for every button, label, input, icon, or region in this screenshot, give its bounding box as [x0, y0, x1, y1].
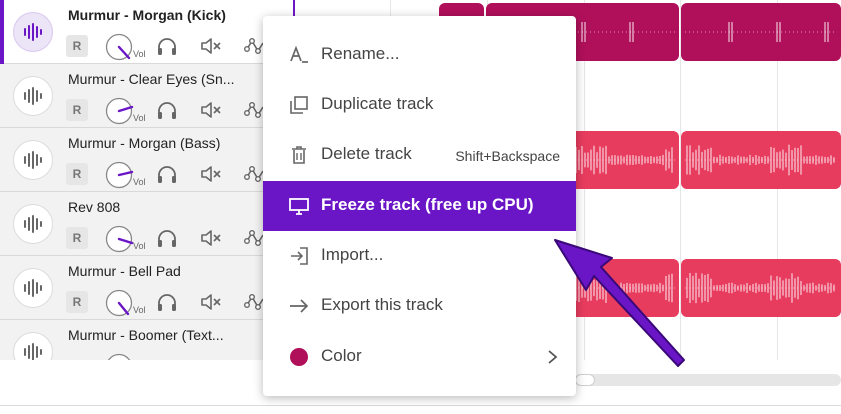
- rename-icon: [287, 43, 311, 67]
- track-avatar[interactable]: [13, 204, 53, 244]
- audio-clip[interactable]: [681, 259, 841, 317]
- track-name[interactable]: Murmur - Clear Eyes (Sn...: [68, 71, 234, 87]
- headphones-icon[interactable]: [154, 98, 180, 122]
- track-row[interactable]: Murmur - Morgan (Kick) R Vol: [0, 0, 292, 64]
- mute-icon[interactable]: [198, 226, 224, 250]
- menu-item-label: Rename...: [321, 44, 400, 63]
- audio-clip[interactable]: [681, 3, 841, 61]
- track-name[interactable]: Murmur - Morgan (Bass): [68, 135, 220, 151]
- track-name[interactable]: Murmur - Boomer (Text...: [68, 327, 224, 343]
- trash-icon: [287, 143, 311, 167]
- volume-label: Vol: [133, 305, 146, 315]
- menu-item-label: Delete track: [321, 144, 412, 163]
- keyboard-shortcut: Shift+Backspace: [455, 148, 560, 164]
- menu-item-label: Freeze track (free up CPU): [321, 195, 534, 214]
- waveform-icon: [24, 23, 42, 41]
- menu-item-label: Color: [321, 346, 362, 365]
- volume-label: Vol: [133, 113, 146, 123]
- record-arm-button[interactable]: R: [66, 163, 88, 185]
- track-row[interactable]: Rev 808 R Vol: [0, 192, 292, 256]
- menu-item-label: Import...: [321, 245, 384, 264]
- track-avatar[interactable]: [13, 140, 53, 180]
- track-avatar[interactable]: [13, 332, 53, 360]
- track-row[interactable]: Murmur - Morgan (Bass) R Vol: [0, 128, 292, 192]
- menu-item-label: Export this track: [321, 295, 443, 314]
- volume-knob[interactable]: [104, 352, 134, 360]
- track-name[interactable]: Rev 808: [68, 199, 120, 215]
- waveform-icon: [24, 343, 42, 360]
- mute-icon[interactable]: [198, 98, 224, 122]
- monitor-icon: [287, 194, 311, 218]
- record-arm-button[interactable]: R: [66, 291, 88, 313]
- waveform-icon: [24, 215, 42, 233]
- headphones-icon[interactable]: [154, 290, 180, 314]
- waveform: [685, 22, 837, 42]
- arrow-right-icon: [287, 294, 311, 318]
- color-swatch-icon: [287, 345, 311, 369]
- menu-item-freeze-track[interactable]: Freeze track (free up CPU): [263, 181, 576, 231]
- volume-label: Vol: [133, 241, 146, 251]
- volume-label: Vol: [133, 49, 146, 59]
- waveform: [685, 144, 837, 176]
- track-row[interactable]: Murmur - Clear Eyes (Sn... R Vol: [0, 64, 292, 128]
- record-arm-button[interactable]: R: [66, 99, 88, 121]
- volume-label: Vol: [133, 177, 146, 187]
- mute-icon[interactable]: [198, 290, 224, 314]
- volume-knob[interactable]: [104, 288, 134, 318]
- chevron-right-icon: [542, 346, 562, 368]
- waveform: [685, 272, 837, 304]
- scrollbar-thumb[interactable]: [575, 374, 595, 386]
- menu-item-label: Duplicate track: [321, 94, 434, 113]
- volume-knob[interactable]: [104, 32, 134, 62]
- waveform-icon: [24, 151, 42, 169]
- track-row[interactable]: Murmur - Bell Pad R Vol: [0, 256, 292, 320]
- headphones-icon[interactable]: [154, 162, 180, 186]
- horizontal-scrollbar[interactable]: [575, 374, 841, 386]
- menu-item-export-track[interactable]: Export this track: [263, 281, 576, 331]
- track-avatar[interactable]: [13, 12, 53, 52]
- track-list: Murmur - Morgan (Kick) R Vol Murmur - Cl…: [0, 0, 292, 360]
- duplicate-icon: [287, 93, 311, 117]
- mute-icon[interactable]: [198, 162, 224, 186]
- daw-window: Murmur - Morgan (Kick) R Vol Murmur - Cl…: [0, 0, 841, 414]
- volume-knob[interactable]: [104, 160, 134, 190]
- volume-knob[interactable]: [104, 96, 134, 126]
- track-row[interactable]: Murmur - Boomer (Text...: [0, 320, 292, 360]
- menu-item-color[interactable]: Color: [263, 332, 576, 382]
- mute-icon[interactable]: [198, 34, 224, 58]
- record-arm-button[interactable]: R: [66, 35, 88, 57]
- track-avatar[interactable]: [13, 76, 53, 116]
- volume-knob[interactable]: [104, 224, 134, 254]
- menu-item-delete-track[interactable]: Delete track Shift+Backspace: [263, 130, 576, 180]
- context-menu: Rename... Duplicate track Delete track S…: [263, 16, 576, 396]
- track-name[interactable]: Murmur - Morgan (Kick): [68, 7, 226, 23]
- track-name[interactable]: Murmur - Bell Pad: [68, 263, 181, 279]
- menu-item-rename[interactable]: Rename...: [263, 30, 576, 80]
- track-avatar[interactable]: [13, 268, 53, 308]
- divider: [0, 405, 841, 406]
- audio-clip[interactable]: [681, 131, 841, 189]
- waveform-icon: [24, 279, 42, 297]
- import-icon: [287, 244, 311, 268]
- waveform-icon: [24, 87, 42, 105]
- headphones-icon[interactable]: [154, 226, 180, 250]
- menu-item-duplicate-track[interactable]: Duplicate track: [263, 80, 576, 130]
- menu-item-import[interactable]: Import...: [263, 231, 576, 281]
- headphones-icon[interactable]: [154, 34, 180, 58]
- record-arm-button[interactable]: R: [66, 227, 88, 249]
